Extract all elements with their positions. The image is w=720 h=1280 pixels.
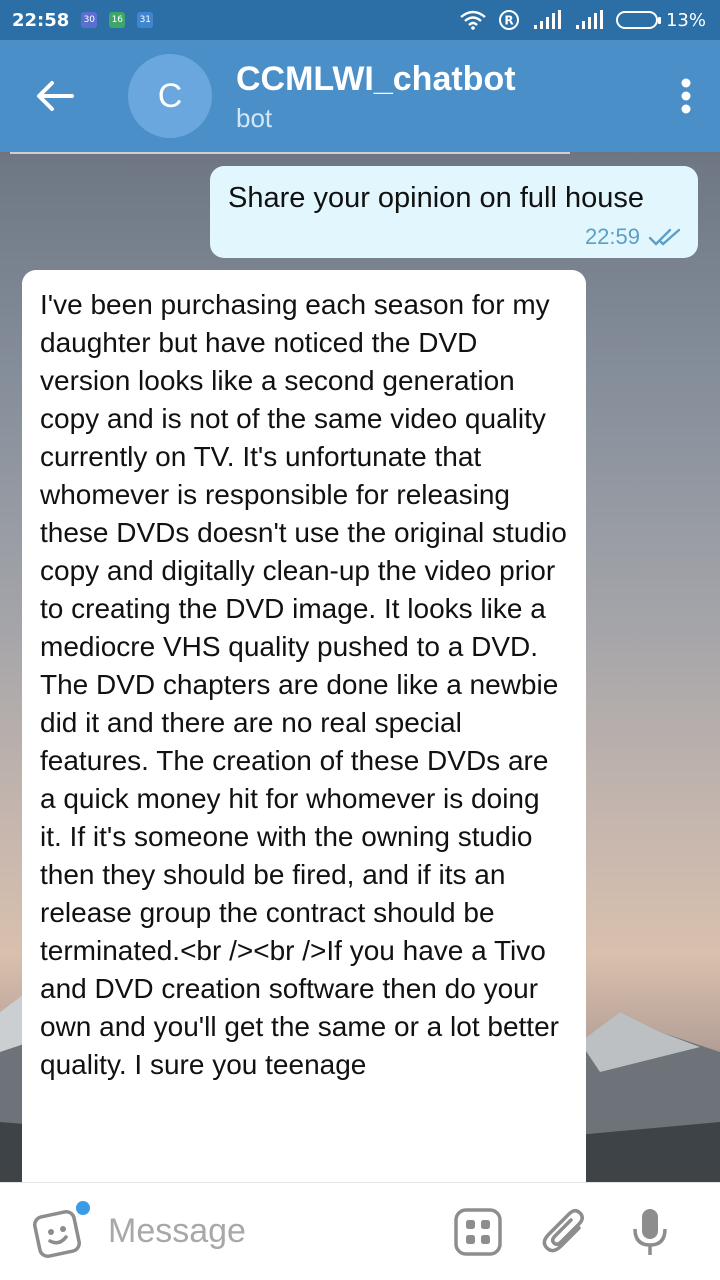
svg-text:R: R — [504, 14, 513, 28]
status-bar: 22:58 30 16 31 R 13% — [0, 0, 720, 40]
message-text: Share your opinion on full house — [228, 182, 644, 214]
divider — [10, 152, 570, 154]
notification-dot — [76, 1200, 90, 1215]
arrow-left-icon — [37, 81, 74, 111]
bot-commands-icon — [454, 1207, 502, 1256]
chat-title-block[interactable]: CCMLWI_chatbot bot — [236, 59, 516, 134]
chat-header: C CCMLWI_chatbot bot — [0, 40, 720, 152]
battery-percent: 13% — [665, 9, 706, 31]
avatar[interactable]: C — [128, 54, 212, 138]
mic-icon — [633, 1208, 667, 1255]
signal-icon — [533, 10, 561, 29]
attach-icon — [542, 1208, 584, 1252]
message-time: 22:59 — [584, 224, 640, 249]
sticker-icon — [33, 1209, 81, 1258]
bot-commands-button[interactable] — [448, 1202, 508, 1262]
battery-indicator: 13% — [615, 9, 706, 31]
more-vertical-icon — [681, 78, 691, 114]
calendar-notification-icon: 30 — [81, 12, 98, 28]
voice-button[interactable] — [620, 1202, 680, 1262]
message-input[interactable] — [106, 1211, 440, 1252]
chat-area[interactable]: Share your opinion on full house 22:59 I… — [0, 152, 720, 1182]
calendar-notification-icon: 16 — [109, 12, 126, 28]
sticker-button[interactable] — [24, 1197, 94, 1267]
message-meta: 22:59 — [585, 224, 682, 250]
message-input-bar — [0, 1182, 720, 1280]
calendar-notification-icon: 31 — [137, 12, 154, 28]
incoming-message[interactable]: I've been purchasing each season for my … — [22, 270, 586, 1182]
signal-icon — [575, 10, 603, 29]
wifi-icon — [460, 10, 486, 30]
back-button[interactable] — [0, 40, 110, 152]
menu-button[interactable] — [680, 40, 692, 152]
double-check-icon — [648, 228, 681, 246]
chat-subtitle: bot — [236, 102, 273, 133]
attach-button[interactable] — [534, 1202, 594, 1262]
chat-title: CCMLWI_chatbot — [236, 59, 516, 98]
outgoing-message[interactable]: Share your opinion on full house 22:59 — [210, 166, 698, 258]
status-time: 22:58 — [12, 9, 70, 31]
roaming-icon: R — [498, 10, 519, 30]
message-text: I've been purchasing each season for my … — [40, 289, 567, 1080]
battery-icon — [615, 11, 661, 29]
